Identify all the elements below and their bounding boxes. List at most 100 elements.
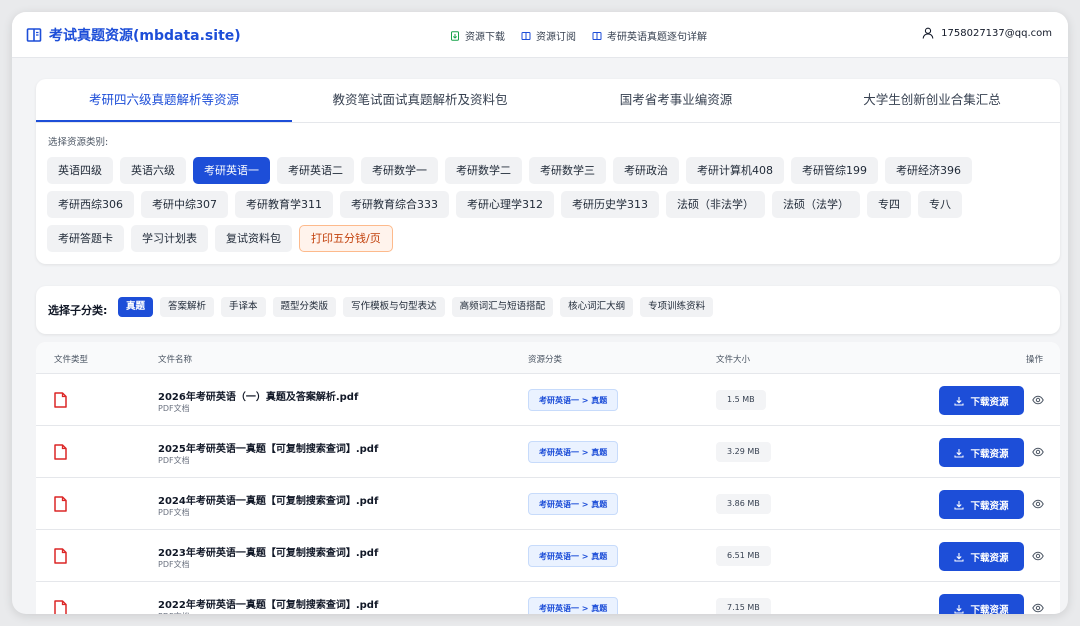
file-name[interactable]: 2026年考研英语（一）真题及答案解析.pdf xyxy=(158,388,358,403)
category-label: 选择资源类别: xyxy=(48,137,109,148)
tab-teacher-cert[interactable]: 教资笔试面试真题解析及资料包 xyxy=(292,79,548,122)
category-chip[interactable]: 打印五分钱/页 xyxy=(299,225,393,252)
category-chip[interactable]: 法硕（非法学） xyxy=(666,191,765,218)
category-chip[interactable]: 法硕（法学） xyxy=(772,191,860,218)
subcategory-label: 选择子分类: xyxy=(48,304,108,317)
table-row: 2026年考研英语（一）真题及答案解析.pdf PDF文档 考研英语一 > 真题 1.… xyxy=(36,374,1060,426)
category-chip[interactable]: 考研经济396 xyxy=(885,157,972,184)
subcategory-chip[interactable]: 答案解析 xyxy=(160,297,215,317)
nav-subscribe[interactable]: 资源订阅 xyxy=(521,28,576,43)
category-badge: 考研英语一 > 真题 xyxy=(528,597,619,614)
file-size: 7.15 MB xyxy=(716,598,771,614)
file-name[interactable]: 2022年考研英语一真题【可复制搜索查词】.pdf xyxy=(158,596,378,611)
download-button[interactable]: 下载资源 xyxy=(939,594,1024,614)
brand[interactable]: 考试真题资源(mbdata.site) xyxy=(26,25,241,45)
pdf-file-icon xyxy=(54,392,67,408)
file-type: PDF文档 xyxy=(158,508,190,517)
category-badge: 考研英语一 > 真题 xyxy=(528,545,619,567)
file-table: 文件类型 文件名称 资源分类 文件大小 操作 2026年考研英语（一）真题及答案… xyxy=(36,342,1060,614)
download-label: 下载资源 xyxy=(970,604,1009,615)
download-icon xyxy=(954,500,965,510)
category-chip[interactable]: 考研英语一 xyxy=(193,157,270,184)
subcategory-chip[interactable]: 题型分类版 xyxy=(272,297,337,317)
table-row: 2022年考研英语一真题【可复制搜索查词】.pdfPDF文档 考研英语一 > 真题… xyxy=(36,582,1060,614)
file-size: 3.86 MB xyxy=(716,494,771,514)
category-chip[interactable]: 考研管综199 xyxy=(791,157,878,184)
category-chip[interactable]: 考研数学一 xyxy=(361,157,438,184)
category-chip[interactable]: 专八 xyxy=(918,191,962,218)
file-name[interactable]: 2024年考研英语一真题【可复制搜索查词】.pdf xyxy=(158,492,378,507)
tab-civil-service[interactable]: 国考省考事业编资源 xyxy=(548,79,804,122)
category-chip[interactable]: 学习计划表 xyxy=(131,225,208,252)
eye-icon[interactable] xyxy=(1032,498,1044,510)
eye-icon[interactable] xyxy=(1032,394,1044,406)
pdf-file-icon xyxy=(54,444,67,460)
category-chip[interactable]: 考研数学二 xyxy=(445,157,522,184)
subcategory-chip[interactable]: 真题 xyxy=(118,297,154,317)
browser-window: 考试真题资源(mbdata.site) 资源下载 资源订阅 考研英语真题逐句详解… xyxy=(12,12,1068,614)
eye-icon[interactable] xyxy=(1032,446,1044,458)
category-chip[interactable]: 考研教育综合333 xyxy=(340,191,449,218)
table-row: 2024年考研英语一真题【可复制搜索查词】.pdf PDF文档 考研英语一 > 真题… xyxy=(36,478,1060,530)
tab-kaoyan-cet[interactable]: 考研四六级真题解析等资源 xyxy=(36,79,292,122)
header-file-name: 文件名称 xyxy=(158,355,193,365)
download-label: 下载资源 xyxy=(970,552,1009,564)
category-chip[interactable]: 考研计算机408 xyxy=(686,157,784,184)
download-icon xyxy=(954,448,965,458)
file-name[interactable]: 2025年考研英语一真题【可复制搜索查词】.pdf xyxy=(158,440,378,455)
category-chip[interactable]: 考研英语二 xyxy=(277,157,354,184)
file-type: PDF文档 xyxy=(158,611,190,614)
download-icon xyxy=(954,604,965,614)
table-header: 文件类型 文件名称 资源分类 文件大小 操作 xyxy=(36,342,1060,374)
subcategory-chip[interactable]: 核心词汇大纲 xyxy=(560,297,634,317)
header-file-size: 文件大小 xyxy=(716,355,751,365)
table-row: 2023年考研英语一真题【可复制搜索查词】.pdf PDF文档 考研英语一 > 真题… xyxy=(36,530,1060,582)
category-chip[interactable]: 考研数学三 xyxy=(529,157,606,184)
user-menu[interactable]: 1758027137@qq.com xyxy=(922,27,1052,39)
category-chip[interactable]: 考研教育学311 xyxy=(235,191,333,218)
download-button[interactable]: 下载资源 xyxy=(939,542,1024,571)
subcategory-chip[interactable]: 专项训练资料 xyxy=(640,297,714,317)
book-open-icon xyxy=(26,28,42,42)
download-button[interactable]: 下载资源 xyxy=(939,386,1024,415)
header-file-type: 文件类型 xyxy=(54,355,89,365)
category-chip[interactable]: 英语六级 xyxy=(120,157,186,184)
category-chip[interactable]: 考研中综307 xyxy=(141,191,228,218)
file-size: 3.29 MB xyxy=(716,442,771,462)
category-chip[interactable]: 考研西综306 xyxy=(47,191,134,218)
book-icon xyxy=(521,31,531,40)
category-badge: 考研英语一 > 真题 xyxy=(528,389,619,411)
download-icon xyxy=(954,396,965,406)
subcategory-chip[interactable]: 写作模板与句型表达 xyxy=(343,297,445,317)
download-button[interactable]: 下载资源 xyxy=(939,490,1024,519)
tab-innovation[interactable]: 大学生创新创业合集汇总 xyxy=(804,79,1060,122)
category-chip[interactable]: 专四 xyxy=(867,191,911,218)
nav-download-label: 资源下载 xyxy=(465,32,505,43)
category-chip[interactable]: 考研心理学312 xyxy=(456,191,554,218)
pdf-file-icon xyxy=(54,496,67,512)
file-size: 6.51 MB xyxy=(716,546,771,566)
category-chip[interactable]: 考研政治 xyxy=(613,157,679,184)
download-button[interactable]: 下载资源 xyxy=(939,438,1024,467)
eye-icon[interactable] xyxy=(1032,550,1044,562)
download-label: 下载资源 xyxy=(970,396,1009,408)
download-icon xyxy=(954,552,965,562)
header-action: 操作 xyxy=(1026,355,1044,365)
category-chip[interactable]: 复试资料包 xyxy=(215,225,292,252)
file-name[interactable]: 2023年考研英语一真题【可复制搜索查词】.pdf xyxy=(158,544,378,559)
subcategory-chip[interactable]: 手译本 xyxy=(221,297,266,317)
category-chip-list: 英语四级 英语六级 考研英语一 考研英语二 考研数学一 考研数学二 考研数学三 考研政治 考研计… xyxy=(47,157,1052,259)
download-label: 下载资源 xyxy=(970,448,1009,460)
download-label: 下载资源 xyxy=(970,500,1009,512)
file-size: 1.5 MB xyxy=(716,390,766,410)
nav-download[interactable]: 资源下载 xyxy=(450,28,505,43)
category-card: 考研四六级真题解析等资源 教资笔试面试真题解析及资料包 国考省考事业编资源 大学… xyxy=(36,79,1060,264)
category-chip[interactable]: 英语四级 xyxy=(47,157,113,184)
site-title: 考试真题资源(mbdata.site) xyxy=(49,28,241,44)
subcategory-chip[interactable]: 高频词汇与短语搭配 xyxy=(451,297,554,317)
header-category: 资源分类 xyxy=(528,355,563,365)
category-chip[interactable]: 考研答题卡 xyxy=(47,225,124,252)
nav-english-detail[interactable]: 考研英语真题逐句详解 xyxy=(592,28,707,43)
category-chip[interactable]: 考研历史学313 xyxy=(561,191,659,218)
eye-icon[interactable] xyxy=(1032,602,1044,614)
